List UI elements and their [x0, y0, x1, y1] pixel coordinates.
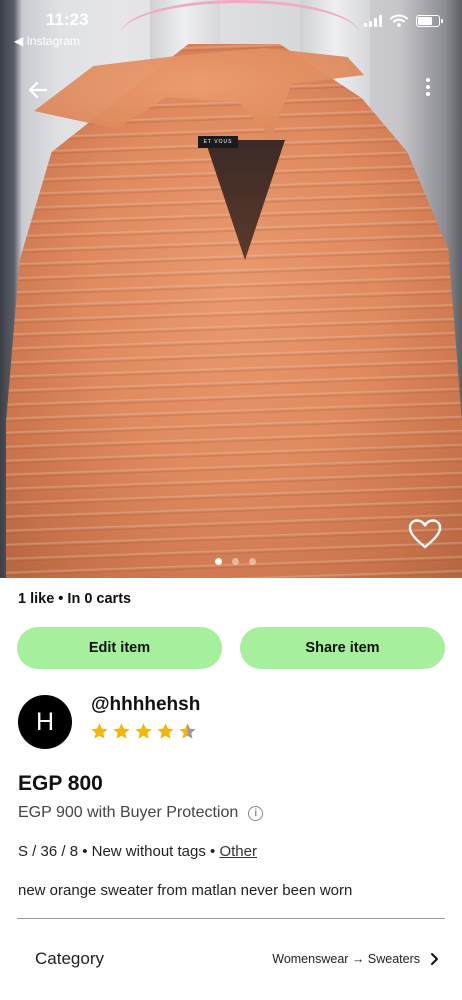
avatar[interactable]: H — [18, 695, 72, 749]
clothing-label: ET VOUS — [198, 136, 238, 148]
edit-item-button[interactable]: Edit item — [17, 627, 222, 669]
buyer-protection-text: EGP 900 with Buyer Protection — [18, 804, 239, 821]
star-icon — [135, 723, 152, 739]
star-icon — [91, 723, 108, 739]
star-half-icon — [179, 723, 196, 739]
item-price: EGP 800 — [18, 772, 103, 795]
category-value[interactable]: Womenswear → Sweaters — [272, 952, 420, 966]
attributes-text: S / 36 / 8 • New without tags • — [18, 843, 220, 860]
back-to-app-link[interactable]: ◀ Instagram — [14, 34, 80, 48]
sweater — [6, 44, 462, 578]
seller-rating — [90, 722, 197, 741]
product-photo[interactable]: ET VOUS — [0, 0, 462, 578]
item-attributes: S / 36 / 8 • New without tags • Other — [18, 843, 257, 860]
star-icon — [113, 723, 130, 739]
wifi-icon — [390, 14, 408, 27]
item-description: new orange sweater from matlan never bee… — [18, 882, 353, 899]
star-icon — [157, 723, 174, 739]
carousel-dot[interactable] — [214, 558, 222, 565]
divider — [17, 918, 445, 919]
carousel-dot[interactable] — [248, 558, 256, 565]
back-arrow-icon[interactable] — [24, 76, 52, 104]
item-stats: 1 like • In 0 carts — [18, 591, 132, 607]
heart-icon[interactable] — [408, 518, 442, 550]
share-item-button[interactable]: Share item — [240, 627, 445, 669]
battery-icon — [416, 14, 443, 27]
carousel-indicator — [4, 558, 462, 565]
more-vertical-icon[interactable] — [424, 78, 432, 102]
buyer-protection-price: EGP 900 with Buyer Protection i — [18, 804, 264, 822]
seller-username[interactable]: @hhhhehsh — [91, 694, 200, 716]
chevron-right-icon[interactable] — [426, 950, 442, 968]
carousel-dot[interactable] — [231, 558, 239, 565]
status-bar: 11:23 ◀ Instagram — [0, 0, 462, 56]
category-label: Category — [35, 949, 104, 968]
info-icon[interactable]: i — [248, 805, 264, 821]
system-icons — [364, 14, 443, 27]
signal-icon — [364, 14, 382, 27]
brand-link[interactable]: Other — [219, 843, 257, 860]
clock: 11:23 — [46, 10, 89, 29]
